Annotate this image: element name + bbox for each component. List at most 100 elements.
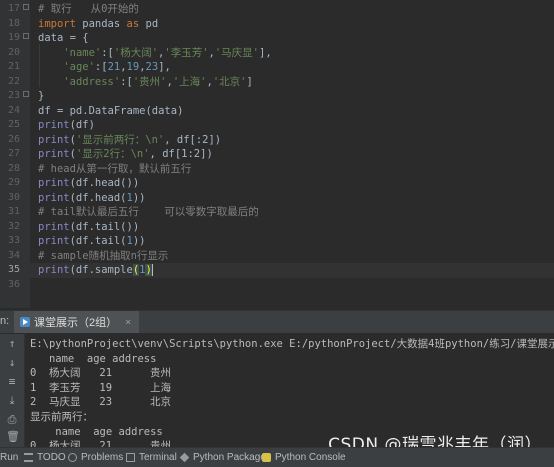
code-token: )) bbox=[132, 235, 146, 247]
terminal-icon bbox=[126, 453, 135, 462]
run-config-tab-label: 课堂展示（2组） bbox=[34, 317, 118, 329]
code-token: (df.sample bbox=[69, 264, 133, 276]
code-line[interactable]: print(df.tail()) bbox=[38, 220, 139, 235]
code-line[interactable]: # 取行 从0开始的 bbox=[38, 2, 139, 17]
line-number: 28 bbox=[7, 162, 20, 174]
code-line[interactable]: } bbox=[38, 89, 44, 104]
code-token: df = pd.DataFrame(data) bbox=[38, 104, 184, 117]
terminal-tool-label: Terminal bbox=[139, 452, 177, 463]
code-token: ], bbox=[259, 46, 272, 59]
code-token: (df.tail()) bbox=[69, 220, 140, 233]
code-token: (df.head()) bbox=[69, 177, 140, 189]
scroll-end-icon[interactable]: ⤓ bbox=[6, 395, 18, 407]
code-token: print bbox=[38, 191, 70, 204]
terminal-tool-button[interactable]: Terminal bbox=[126, 448, 177, 467]
line-number: 30 bbox=[7, 191, 20, 203]
code-line[interactable]: # sample随机抽取n行显示 bbox=[38, 249, 168, 264]
code-line[interactable]: print(df.head(1)) bbox=[38, 191, 146, 206]
todo-tool-button[interactable]: TODO bbox=[24, 448, 66, 467]
python-console-icon bbox=[262, 453, 271, 462]
code-token: import bbox=[38, 17, 83, 30]
up-arrow-icon[interactable]: ↑ bbox=[6, 338, 18, 350]
code-token: :[ bbox=[101, 46, 114, 59]
code-token: print bbox=[38, 133, 70, 146]
run-panel: n: 课堂展示（2组） × ↑ ↓ ≡ ⤓ ⎙ 🗑 E:\pythonProje… bbox=[0, 310, 554, 448]
code-line[interactable]: print(df.sample(1) bbox=[30, 263, 554, 278]
code-line[interactable]: data = { bbox=[38, 31, 89, 46]
code-line[interactable]: # head从第一行取，默认前五行 bbox=[38, 162, 191, 177]
python-packages-tool-button[interactable]: Python Packages bbox=[179, 448, 271, 467]
line-number: 32 bbox=[7, 220, 20, 232]
console-line: 显示前两行： bbox=[30, 411, 93, 423]
console-line: 1 李玉芳 19 上海 bbox=[30, 381, 172, 394]
problems-tool-label: Problems bbox=[81, 452, 124, 463]
code-token: 'age' bbox=[63, 61, 95, 73]
line-number: 24 bbox=[7, 104, 20, 116]
line-number: 19 bbox=[7, 32, 20, 43]
run-panel-header: n: 课堂展示（2组） × bbox=[0, 311, 554, 334]
code-line[interactable]: print(df) bbox=[38, 118, 95, 133]
code-line[interactable]: 'name':['杨大阔','李玉芳','马庆显'], bbox=[38, 46, 272, 61]
code-editor[interactable]: 17 18 19 20 21 22 23 24 25 26 27 28 29 30 31 32 33 34 35 36… bbox=[0, 0, 554, 308]
code-token: 21 bbox=[107, 61, 121, 73]
code-token: (df.tail( bbox=[69, 235, 127, 247]
wrap-icon[interactable]: ≡ bbox=[6, 376, 18, 388]
code-token: print bbox=[38, 119, 70, 131]
code-token: data = { bbox=[38, 32, 89, 44]
line-number: 36 bbox=[7, 278, 20, 290]
code-token: ] bbox=[246, 75, 253, 88]
code-token: :[ bbox=[120, 75, 133, 88]
code-line[interactable]: print('显示2行：\n', df[1:2]) bbox=[38, 147, 213, 162]
packages-icon bbox=[179, 452, 190, 463]
down-arrow-icon[interactable]: ↓ bbox=[6, 357, 18, 369]
run-tool-label: Run bbox=[0, 452, 19, 463]
trash-icon[interactable]: 🗑 bbox=[6, 431, 20, 443]
code-line[interactable]: print('显示前两行：\n', df[:2]) bbox=[38, 133, 221, 148]
code-line[interactable]: import pandas as pd bbox=[38, 17, 158, 32]
console-line: name age address bbox=[30, 425, 163, 438]
console-line: 2 马庆显 23 北京 bbox=[30, 396, 172, 409]
print-icon[interactable]: ⎙ bbox=[6, 414, 18, 426]
close-tab-icon[interactable]: × bbox=[125, 317, 131, 328]
code-token: '北京' bbox=[212, 75, 247, 88]
code-line[interactable]: # tail默认最后五行 可以零数字取最后的 bbox=[38, 205, 259, 220]
line-number: 34 bbox=[7, 249, 20, 261]
code-line[interactable]: print(df.head()) bbox=[38, 176, 139, 191]
line-number: 21 bbox=[7, 61, 20, 72]
code-token: '杨大阔' bbox=[113, 46, 159, 59]
line-number: 29 bbox=[7, 177, 20, 188]
line-number: 17 bbox=[7, 3, 20, 14]
code-line[interactable]: 'age':[21,19,23], bbox=[38, 60, 171, 75]
code-token: '显示2行：\n' bbox=[75, 148, 150, 160]
fold-marker-icon[interactable] bbox=[23, 33, 29, 39]
problems-tool-button[interactable]: Problems bbox=[68, 448, 123, 467]
code-area[interactable]: # 取行 从0开始的 import pandas as pd data = { 'n… bbox=[30, 0, 554, 308]
run-config-tab[interactable]: 课堂展示（2组） × bbox=[14, 311, 140, 333]
code-token: (df.head( bbox=[69, 191, 127, 204]
code-token: print bbox=[38, 264, 70, 276]
code-token: print bbox=[38, 148, 70, 160]
code-token: # head从第一行取，默认前五行 bbox=[38, 162, 192, 175]
python-console-tool-button[interactable]: Python Console bbox=[262, 448, 346, 467]
console-line: 0 杨大阔 21 贵州 bbox=[30, 367, 172, 380]
code-token: 19 bbox=[126, 61, 140, 73]
python-packages-tool-label: Python Packages bbox=[193, 452, 271, 463]
code-line[interactable]: 'address':['贵州','上海','北京'] bbox=[38, 75, 253, 90]
run-toolbar: ↑ ↓ ≡ ⤓ ⎙ 🗑 bbox=[0, 334, 25, 448]
code-token: print bbox=[38, 177, 70, 189]
code-line[interactable]: df = pd.DataFrame(data) bbox=[38, 104, 183, 119]
code-line[interactable]: print(df.tail(1)) bbox=[38, 234, 146, 249]
fold-marker-icon[interactable] bbox=[23, 4, 29, 10]
line-number: 27 bbox=[7, 148, 20, 159]
text-caret bbox=[151, 264, 153, 276]
todo-tool-label: TODO bbox=[37, 452, 66, 463]
run-tool-button[interactable]: Run bbox=[0, 448, 18, 467]
tool-window-bar: Run TODO Problems Terminal Python Packag… bbox=[0, 447, 554, 467]
code-token: pandas bbox=[82, 17, 127, 30]
line-number: 25 bbox=[7, 119, 20, 130]
code-token: (df) bbox=[69, 119, 95, 131]
code-token: print bbox=[38, 220, 70, 233]
fold-marker-icon[interactable] bbox=[23, 91, 29, 97]
